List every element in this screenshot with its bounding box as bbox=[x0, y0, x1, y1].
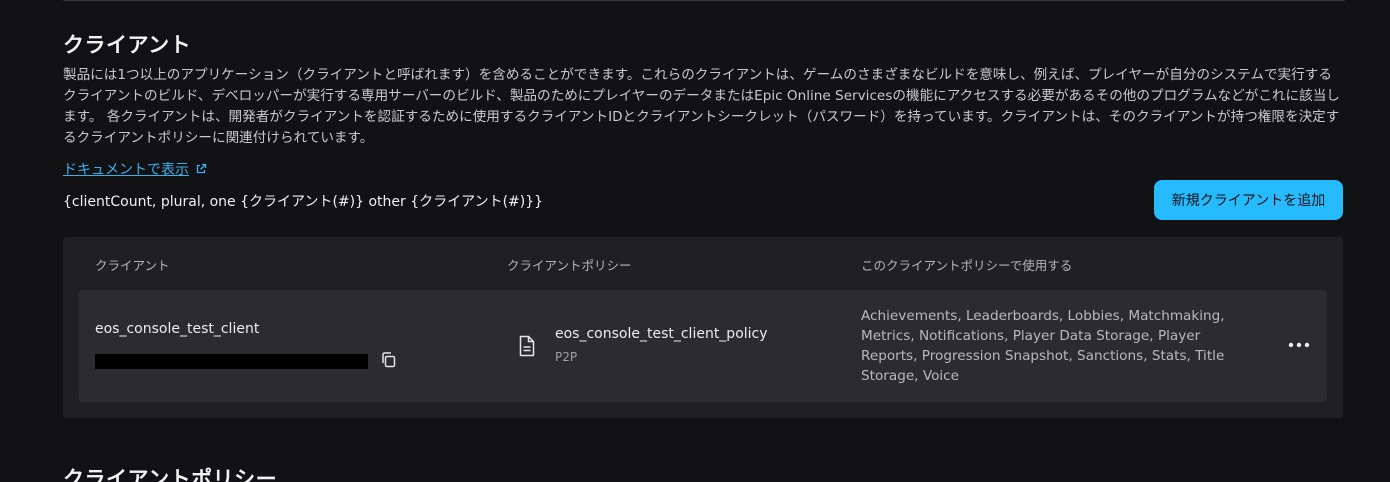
external-link-icon bbox=[196, 163, 207, 174]
table-row: eos_console_test_client eos_console_test… bbox=[79, 290, 1327, 402]
copy-button[interactable] bbox=[379, 350, 399, 370]
more-horizontal-icon bbox=[1288, 342, 1310, 348]
add-new-client-button[interactable]: 新規クライアントを追加 bbox=[1154, 180, 1343, 220]
column-header-client: クライアント bbox=[95, 258, 170, 273]
client-policy-name: eos_console_test_client_policy bbox=[555, 326, 768, 342]
policy-features-list: Achievements, Leaderboards, Lobbies, Mat… bbox=[861, 308, 1225, 384]
page: クライアント 製品には1つ以上のアプリケーション（クライアントと呼ばれます）を含… bbox=[0, 0, 1390, 482]
redacted-client-id bbox=[95, 354, 368, 369]
client-name: eos_console_test_client bbox=[95, 321, 260, 337]
column-header-used-features: このクライアントポリシーで使用する bbox=[861, 258, 1073, 273]
column-header-client-policy: クライアントポリシー bbox=[507, 258, 632, 273]
clients-description: 製品には1つ以上のアプリケーション（クライアントと呼ばれます）を含めることができ… bbox=[63, 67, 1340, 146]
view-documentation-label: ドキュメントで表示 bbox=[63, 162, 189, 178]
view-documentation-link[interactable]: ドキュメントで表示 bbox=[63, 159, 207, 179]
more-options-button[interactable] bbox=[1285, 335, 1313, 355]
copy-icon bbox=[382, 352, 396, 368]
client-count-text: {clientCount, plural, one {クライアント(#)} ot… bbox=[63, 194, 544, 210]
client-policies-section-title: クライアントポリシー bbox=[63, 467, 278, 482]
clients-section-title: クライアント bbox=[63, 33, 192, 57]
document-icon bbox=[518, 335, 536, 357]
previous-section-card bbox=[63, 0, 1345, 1]
clients-table: クライアント クライアントポリシー このクライアントポリシーで使用する eos_… bbox=[63, 237, 1343, 418]
client-policy-type: P2P bbox=[555, 350, 578, 364]
